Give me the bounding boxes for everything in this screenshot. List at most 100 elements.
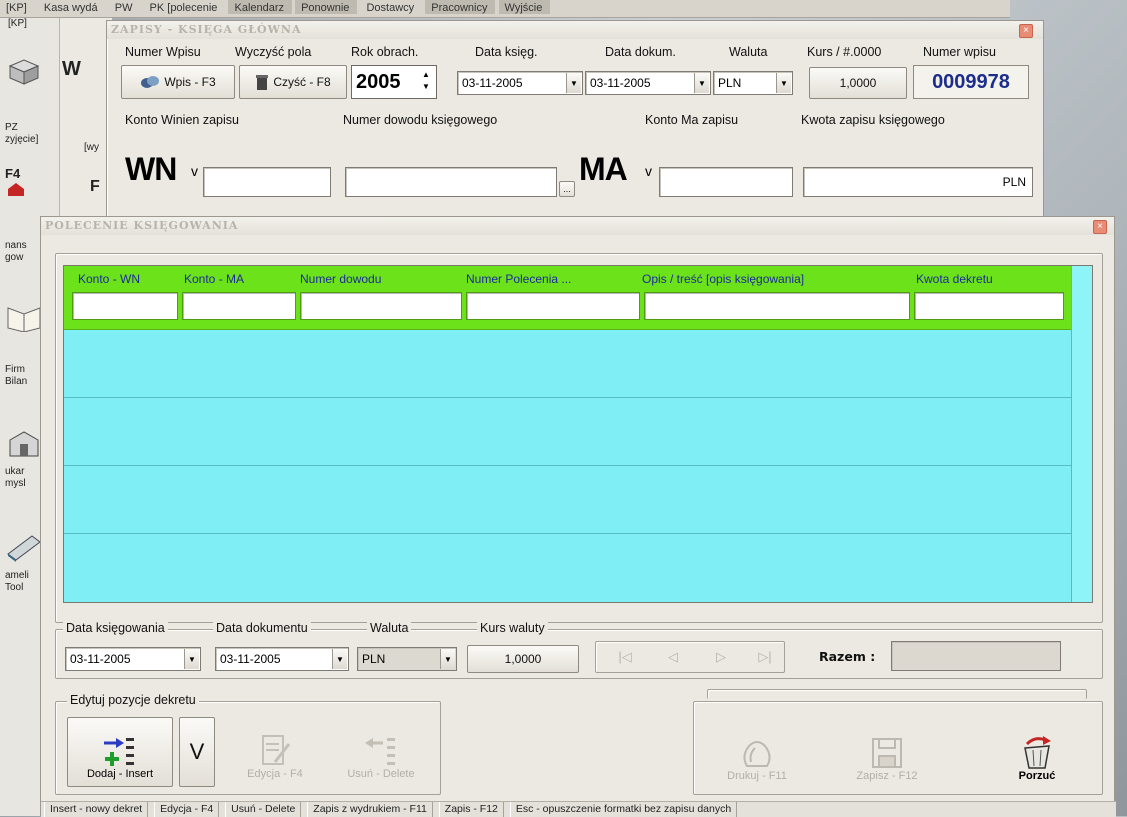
menu-item-kasa-wydaj[interactable]: Kasa wydá xyxy=(38,0,106,14)
label-wyczysc-pola: Wyczyść pola xyxy=(235,45,312,59)
table-row[interactable] xyxy=(64,330,1072,398)
menu-item-kp[interactable]: [KP] xyxy=(0,0,35,14)
table-row[interactable] xyxy=(64,466,1072,534)
col-kwota-dekretu[interactable]: Kwota dekretu xyxy=(916,272,993,286)
v-button-label: V xyxy=(189,739,205,764)
label-numer-wpisu: Numer Wpisu xyxy=(125,45,201,59)
nav-prev-icon[interactable]: ◁ xyxy=(661,649,685,665)
wpis-button[interactable]: Wpis - F3 xyxy=(121,65,235,99)
data-dokum-select[interactable]: 03-11-2005 ▼ xyxy=(585,71,711,95)
wn-label: WN xyxy=(125,151,177,187)
czysc-button[interactable]: Czyść - F8 xyxy=(239,65,347,99)
rok-spin-down-icon[interactable]: ▼ xyxy=(419,81,433,93)
kurs-field[interactable]: 1,0000 xyxy=(809,67,907,99)
col-opis[interactable]: Opis / treść [opis księgowania] xyxy=(642,272,804,286)
status-bar: Insert - nowy dekret Edycja - F4 Usuń - … xyxy=(41,801,1116,817)
browse-button[interactable]: ... xyxy=(559,181,575,197)
window-polecenie-title: POLECENIE KSIĘGOWANIA xyxy=(41,217,1114,235)
book-icon xyxy=(7,307,41,332)
konto-wn-input[interactable] xyxy=(203,167,331,197)
zapisz-button[interactable]: Zapisz - F12 xyxy=(831,717,943,789)
kwota-zapisu-input[interactable]: PLN xyxy=(803,167,1033,197)
chevron-down-icon[interactable]: ▼ xyxy=(776,73,791,93)
col-numer-polecenia[interactable]: Numer Polecenia ... xyxy=(466,272,571,286)
delete-row-icon xyxy=(365,738,395,765)
base-mid-strip: [KP] W [wy F xyxy=(8,18,112,218)
filter-opis-input[interactable] xyxy=(644,292,910,320)
data-ksiegowania-value: 03-11-2005 xyxy=(70,652,131,666)
label-kurs: Kurs / #.0000 xyxy=(807,45,882,59)
label-numer-wpisu-right: Numer wpisu xyxy=(923,45,996,59)
filter-konto-ma-input[interactable] xyxy=(182,292,296,320)
discard-bin-icon xyxy=(1024,736,1051,769)
edycja-button[interactable]: Edycja - F4 xyxy=(223,717,327,787)
tool-f4[interactable]: F4 xyxy=(0,167,60,196)
action-progress-strip xyxy=(707,689,1087,699)
status-esc: Esc - opuszczenie formatki bez zapisu da… xyxy=(509,802,738,817)
dodaj-insert-button[interactable]: Dodaj - Insert xyxy=(67,717,173,787)
drukuj-button[interactable]: Drukuj - F11 xyxy=(701,717,813,789)
nav-last-icon[interactable]: ▷| xyxy=(753,649,777,665)
waluta-bottom-select[interactable]: PLN ▼ xyxy=(357,647,457,671)
nav-next-icon[interactable]: ▷ xyxy=(709,649,733,665)
v-dropdown-button[interactable]: V xyxy=(179,717,215,787)
menu-item-pk[interactable]: PK [polecenie xyxy=(144,0,226,14)
col-konto-ma[interactable]: Konto - MA xyxy=(184,272,244,286)
nav-first-icon[interactable]: |◁ xyxy=(613,649,637,665)
porzuc-button[interactable]: Porzuć xyxy=(981,717,1093,789)
filter-kwota-input[interactable] xyxy=(914,292,1064,320)
waluta-select[interactable]: PLN ▼ xyxy=(713,71,793,95)
keys-icon xyxy=(141,76,160,88)
close-icon[interactable]: × xyxy=(1093,220,1107,234)
menu-item-pw[interactable]: PW xyxy=(109,0,141,14)
label-kwota-zapisu: Kwota zapisu księgowego xyxy=(801,113,945,127)
chevron-down-icon[interactable]: ▼ xyxy=(566,73,581,93)
data-ksiegowania-select[interactable]: 03-11-2005 ▼ xyxy=(65,647,201,671)
filter-numer-dowodu-input[interactable] xyxy=(300,292,462,320)
usun-button[interactable]: Usuń - Delete xyxy=(329,717,433,787)
waluta-value: PLN xyxy=(718,76,742,90)
tool-pz[interactable]: PZ zyjęcie] xyxy=(0,56,60,146)
window-zapisy-title: ZAPISY - KSIĘGA GŁÓWNA xyxy=(107,21,1043,39)
col-konto-wn[interactable]: Konto - WN xyxy=(78,272,140,286)
table-row[interactable] xyxy=(64,534,1072,602)
label-waluta-bottom: Waluta xyxy=(367,621,412,635)
chevron-down-icon[interactable]: ▼ xyxy=(694,73,709,93)
filter-konto-wn-input[interactable] xyxy=(72,292,178,320)
label-data-kieg: Data księg. xyxy=(475,45,538,59)
drukuj-label: Drukuj - F11 xyxy=(727,770,787,782)
menu-item-dostawcy[interactable]: Dostawcy xyxy=(360,0,422,14)
box-icon xyxy=(8,59,40,85)
rok-spin-up-icon[interactable]: ▲ xyxy=(419,69,433,81)
data-kieg-select[interactable]: 03-11-2005 ▼ xyxy=(457,71,583,95)
wpis-button-label: Wpis - F3 xyxy=(164,75,216,89)
data-dokumentu-select[interactable]: 03-11-2005 ▼ xyxy=(215,647,349,671)
table-row[interactable] xyxy=(64,398,1072,466)
label-data-dokum: Data dokum. xyxy=(605,45,676,59)
grid-header: Konto - WN Konto - MA Numer dowodu Numer… xyxy=(64,266,1072,330)
filter-numer-polecenia-input[interactable] xyxy=(466,292,640,320)
grid-scrollbar[interactable] xyxy=(1071,266,1092,602)
chevron-down-icon[interactable]: ▼ xyxy=(332,649,347,669)
label-data-ksiegowania: Data księgowania xyxy=(63,621,168,635)
base-w-glyph: W xyxy=(62,58,81,80)
label-konto-winien: Konto Winien zapisu xyxy=(125,113,239,127)
menu-item-pracownicy[interactable]: Pracownicy xyxy=(425,0,496,14)
base-menu-bar: [KP] Kasa wydá PW PK [polecenie Kalendar… xyxy=(0,0,1010,18)
kurs-value: 1,0000 xyxy=(839,76,877,90)
razem-field xyxy=(891,641,1061,671)
kurs-waluty-field[interactable]: 1,0000 xyxy=(467,645,579,673)
kurs-waluty-value: 1,0000 xyxy=(504,652,542,666)
numer-dowodu-input[interactable] xyxy=(345,167,557,197)
chevron-down-icon[interactable]: ▼ xyxy=(184,649,199,669)
col-numer-dowodu[interactable]: Numer dowodu xyxy=(300,272,381,286)
menu-item-kalendarz[interactable]: Kalendarz xyxy=(228,0,293,14)
status-usun: Usuń - Delete xyxy=(225,802,302,817)
konto-ma-input[interactable] xyxy=(659,167,793,197)
menu-item-wyjscie[interactable]: Wyjście xyxy=(498,0,551,14)
trash-icon xyxy=(256,75,269,90)
chevron-down-icon[interactable]: ▼ xyxy=(440,649,455,669)
menu-item-ponownie[interactable]: Ponownie xyxy=(295,0,358,14)
close-icon[interactable]: × xyxy=(1019,24,1033,38)
label-razem: Razem : xyxy=(819,649,876,664)
